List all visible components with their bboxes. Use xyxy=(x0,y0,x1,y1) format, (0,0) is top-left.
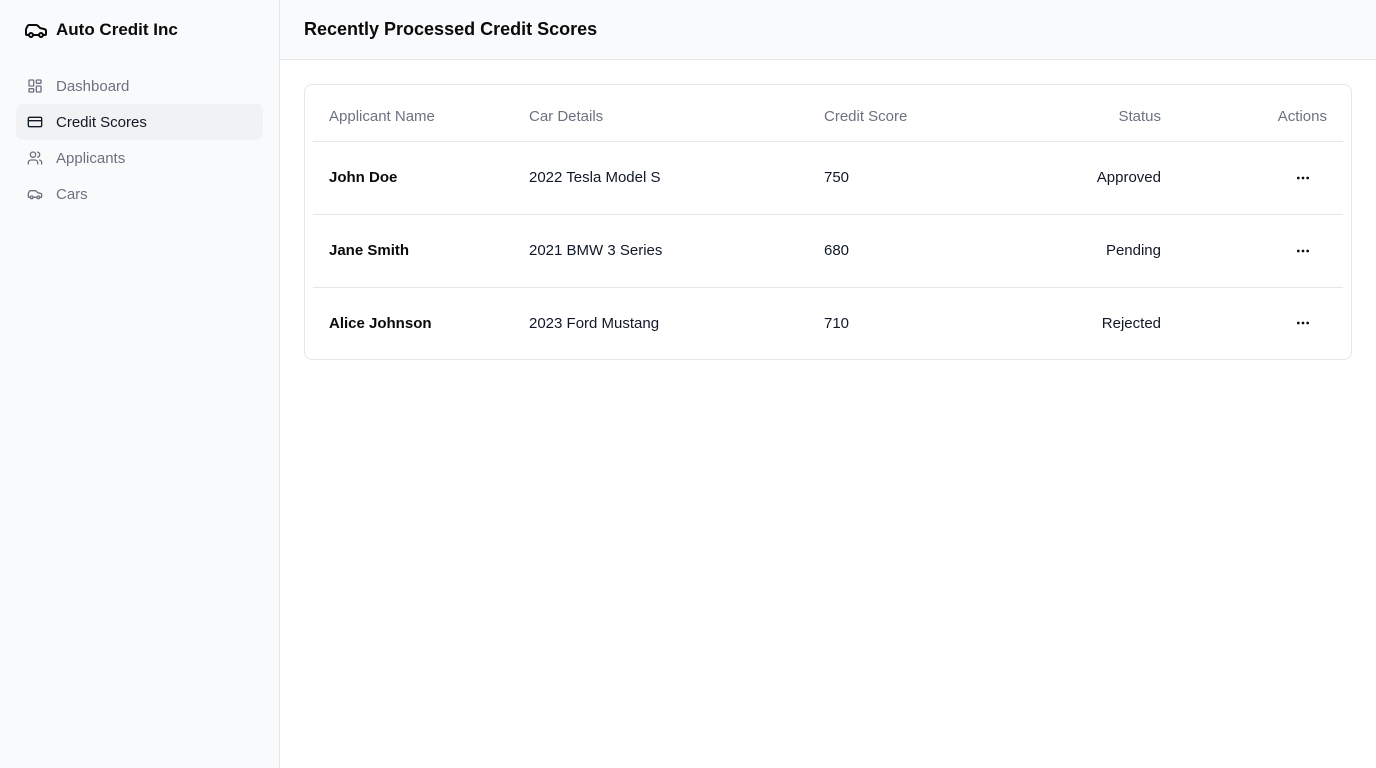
brand-name: Auto Credit Inc xyxy=(56,20,178,39)
page-header: Recently Processed Credit Scores xyxy=(280,0,1376,60)
sidebar-item-applicants[interactable]: Applicants xyxy=(16,140,263,176)
more-horizontal-icon[interactable] xyxy=(1291,311,1315,335)
credit-score-cell: 710 xyxy=(824,314,850,332)
content: Applicant Name Car Details Credit Score … xyxy=(280,60,1376,360)
status-cell: Rejected xyxy=(1101,314,1161,332)
table-row: Jane Smith 2021 BMW 3 Series 680 Pending xyxy=(313,214,1343,288)
more-horizontal-icon[interactable] xyxy=(1291,239,1315,263)
users-icon xyxy=(26,149,44,167)
column-header-car-details: Car Details xyxy=(513,85,808,142)
table-row: Alice Johnson 2023 Ford Mustang 710 Reje… xyxy=(313,287,1343,359)
actions-cell xyxy=(1177,287,1343,359)
column-header-applicant-name: Applicant Name xyxy=(313,85,513,142)
sidebar-nav: Dashboard Credit Scores Applicants Cars xyxy=(16,68,263,212)
more-horizontal-icon[interactable] xyxy=(1291,166,1315,190)
sidebar-item-credit-scores[interactable]: Credit Scores xyxy=(16,104,263,140)
column-header-status: Status xyxy=(968,85,1177,142)
column-header-credit-score: Credit Score xyxy=(808,85,968,142)
car-details-cell: 2021 BMW 3 Series xyxy=(513,214,808,288)
applicant-name-cell: Jane Smith xyxy=(313,214,513,288)
app-root: Auto Credit Inc Dashboard Credit Scores … xyxy=(0,0,1376,768)
credit-score-cell: 680 xyxy=(808,214,968,288)
table-header: Applicant Name Car Details Credit Score … xyxy=(313,85,1343,142)
credit-score-cell: 750 xyxy=(808,141,968,215)
credit-scores-card: Applicant Name Car Details Credit Score … xyxy=(304,84,1352,360)
actions-cell xyxy=(1177,214,1343,288)
applicant-name-cell: Alice Johnson xyxy=(329,314,432,332)
car-icon xyxy=(26,185,44,203)
status-cell: Pending xyxy=(968,214,1177,288)
sidebar-item-label: Credit Scores xyxy=(56,113,147,131)
sidebar-item-label: Dashboard xyxy=(56,77,130,95)
brand[interactable]: Auto Credit Inc xyxy=(16,0,263,60)
credit-card-icon xyxy=(26,113,44,131)
car-details-cell: 2023 Ford Mustang xyxy=(529,314,660,332)
table-row: John Doe 2022 Tesla Model S 750 Approved xyxy=(313,141,1343,215)
page-title: Recently Processed Credit Scores xyxy=(304,19,598,39)
applicant-name-cell: John Doe xyxy=(313,141,513,215)
column-header-actions: Actions xyxy=(1177,85,1343,142)
car-details-cell: 2022 Tesla Model S xyxy=(513,141,808,215)
actions-cell xyxy=(1177,141,1343,215)
main-area: Recently Processed Credit Scores Applica… xyxy=(280,0,1376,768)
table-header-row: Applicant Name Car Details Credit Score … xyxy=(313,85,1343,142)
car-icon xyxy=(24,18,48,42)
sidebar-item-label: Applicants xyxy=(56,149,126,167)
sidebar-item-label: Cars xyxy=(56,185,88,203)
sidebar-item-cars[interactable]: Cars xyxy=(16,176,263,212)
status-cell: Approved xyxy=(968,141,1177,215)
credit-scores-table: Applicant Name Car Details Credit Score … xyxy=(313,85,1343,359)
table-body: John Doe 2022 Tesla Model S 750 Approved xyxy=(313,141,1343,359)
sidebar-item-dashboard[interactable]: Dashboard xyxy=(16,68,263,104)
dashboard-icon xyxy=(26,77,44,95)
sidebar: Auto Credit Inc Dashboard Credit Scores … xyxy=(0,0,280,768)
